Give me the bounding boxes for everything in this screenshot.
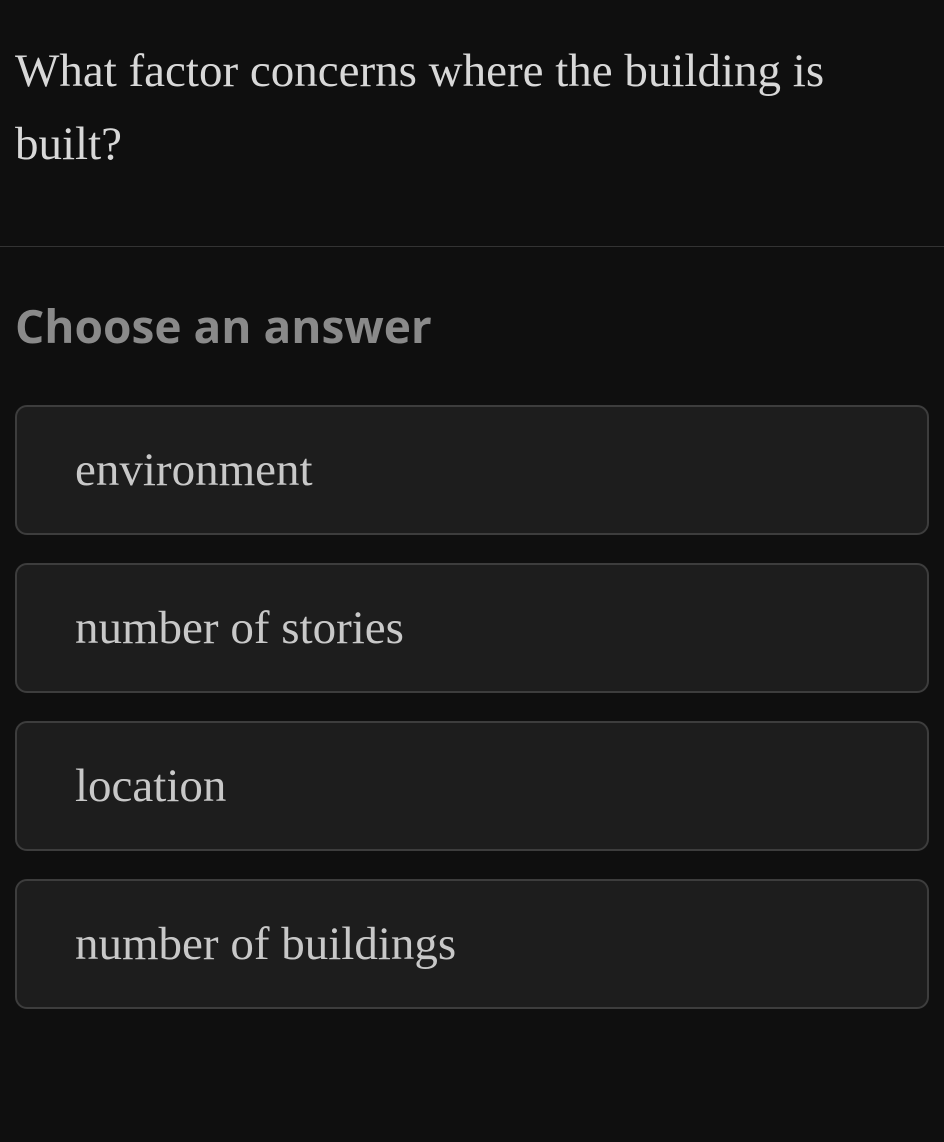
question-section: What factor concerns where the building … (0, 0, 944, 246)
answer-option-environment[interactable]: environment (15, 405, 929, 535)
answer-option-label: location (75, 760, 226, 812)
answer-option-number-of-buildings[interactable]: number of buildings (15, 879, 929, 1009)
answer-option-label: environment (75, 444, 313, 496)
answer-prompt: Choose an answer (15, 295, 929, 357)
answer-option-location[interactable]: location (15, 721, 929, 851)
answer-option-label: number of buildings (75, 918, 456, 970)
answer-option-number-of-stories[interactable]: number of stories (15, 563, 929, 693)
answer-option-label: number of stories (75, 602, 404, 654)
answer-section: Choose an answer environment number of s… (0, 247, 944, 1009)
answer-options-list: environment number of stories location n… (15, 405, 929, 1009)
question-text: What factor concerns where the building … (15, 35, 929, 181)
